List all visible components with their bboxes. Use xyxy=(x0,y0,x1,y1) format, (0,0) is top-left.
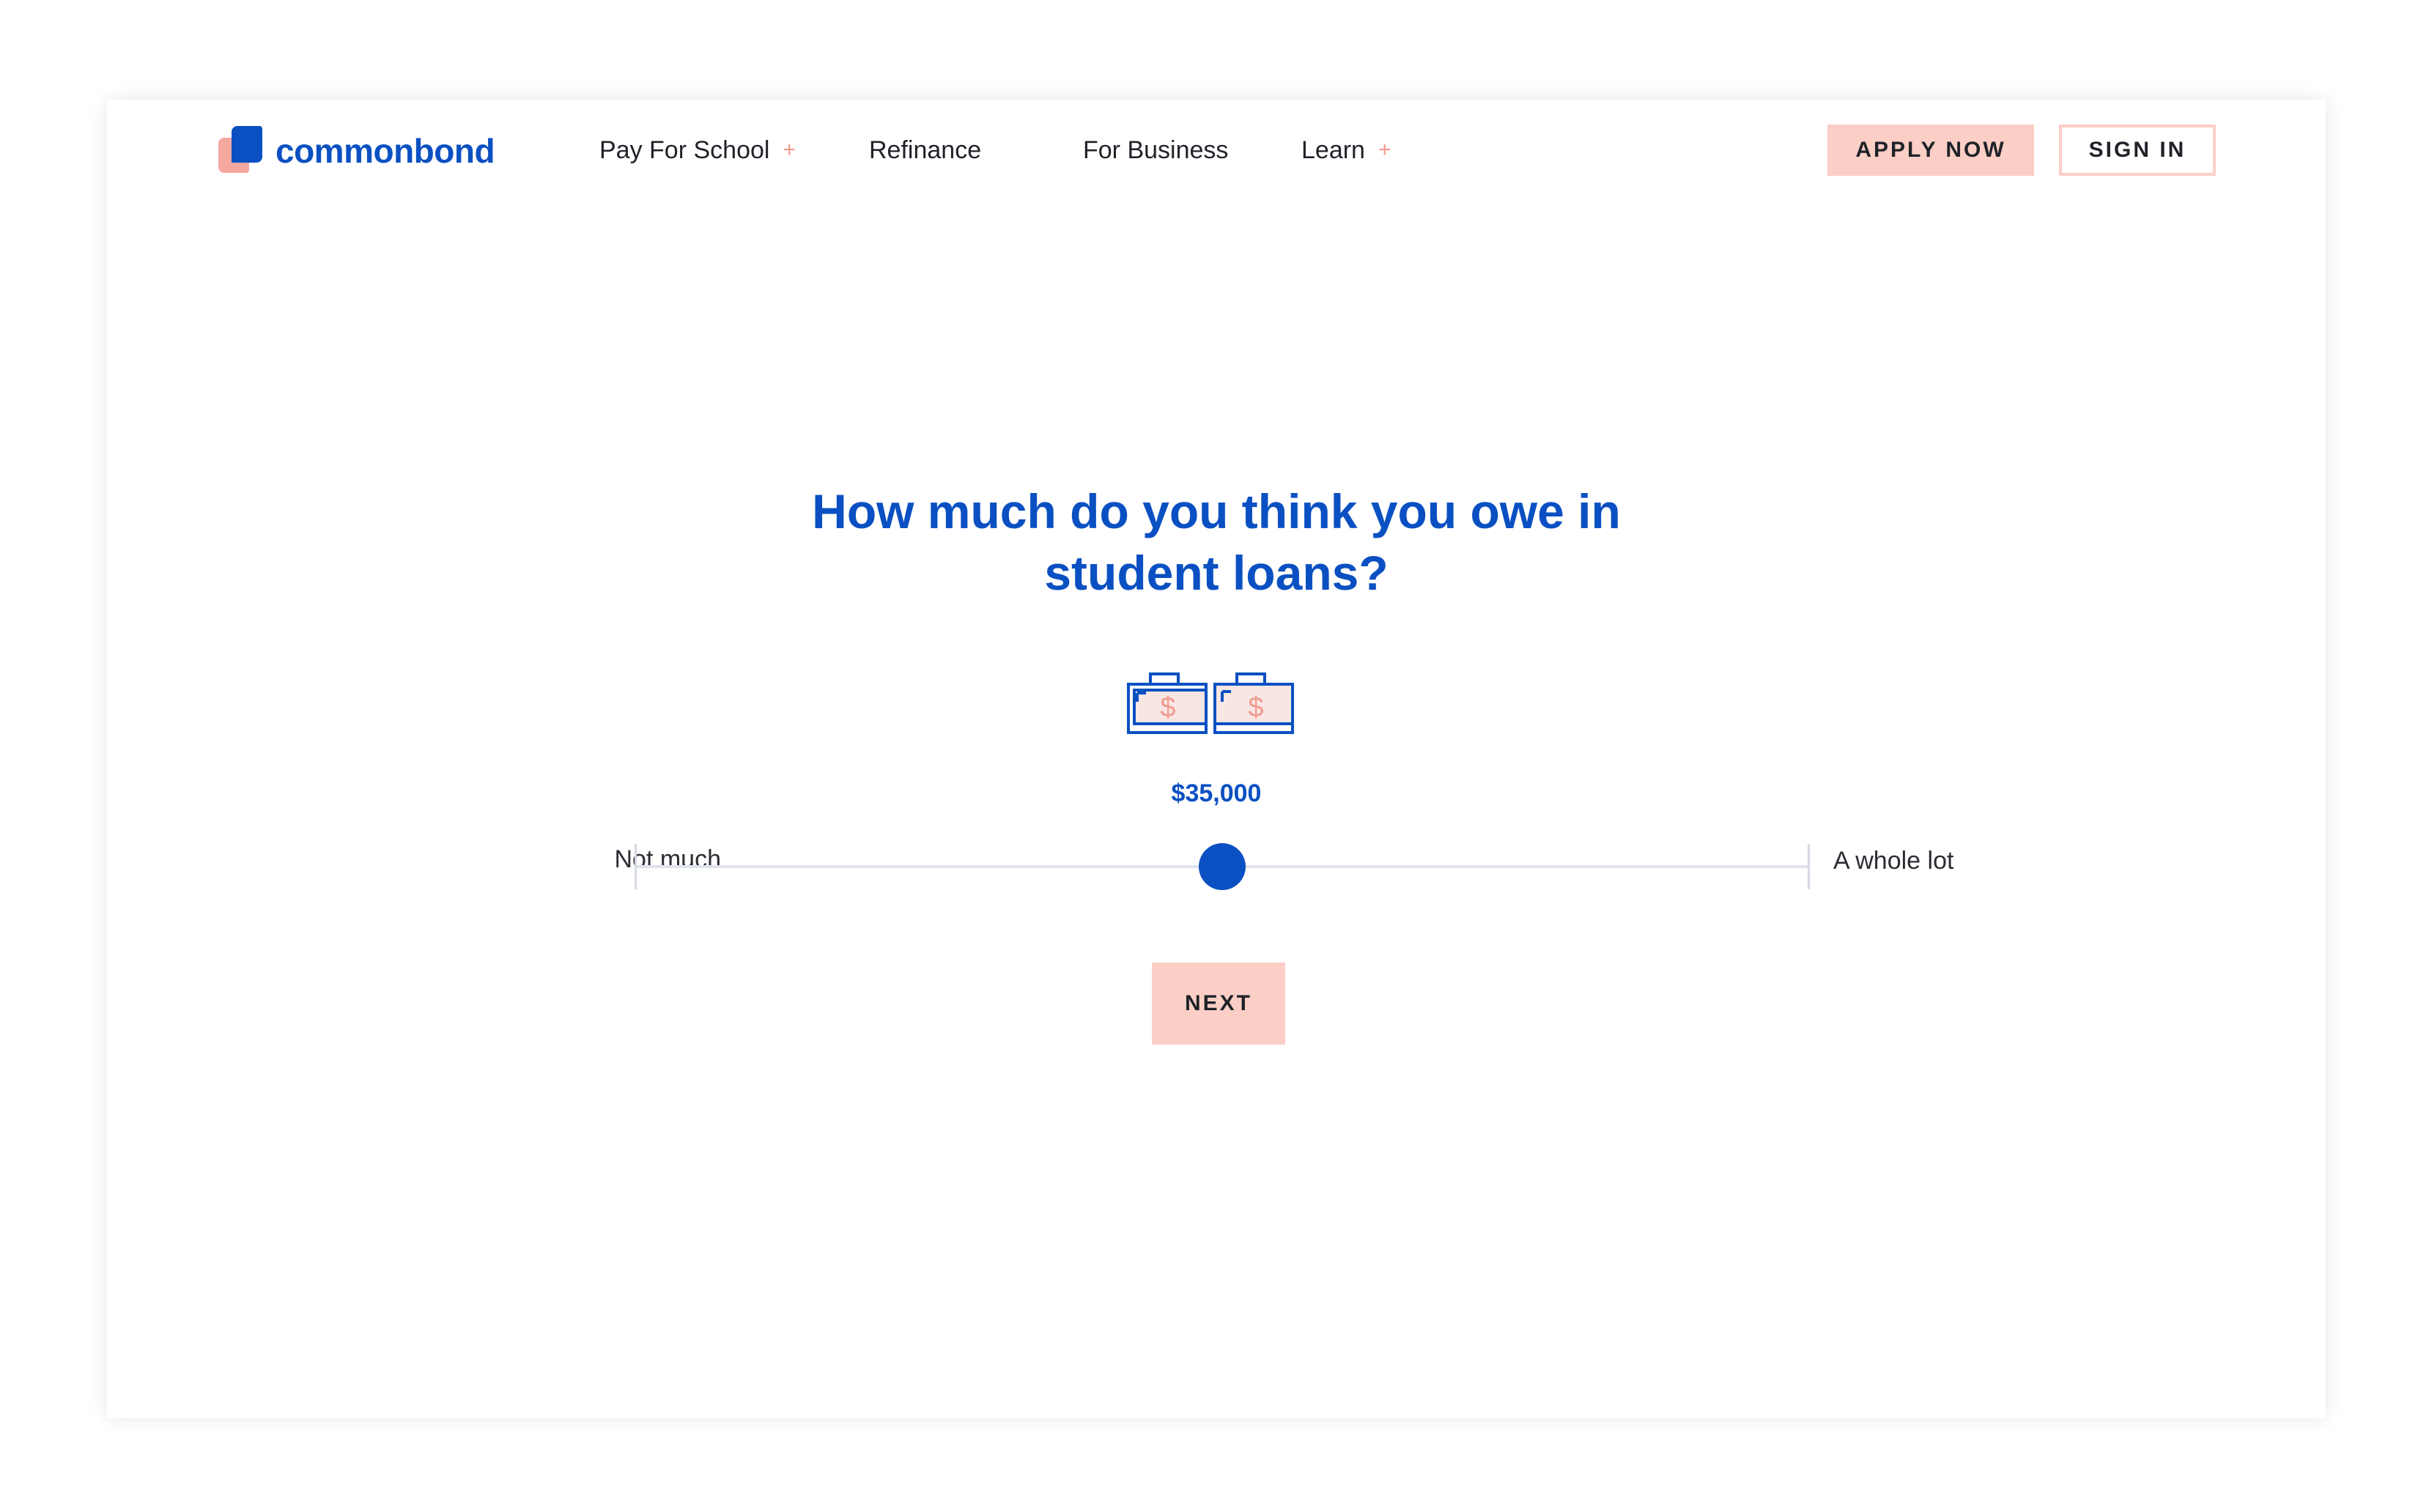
logo-text: commonbond xyxy=(276,132,495,170)
svg-text:$: $ xyxy=(1160,692,1175,723)
nav-item-learn[interactable]: Learn + xyxy=(1301,136,1391,165)
plus-icon: + xyxy=(1378,138,1391,162)
nav-item-refinance[interactable]: Refinance xyxy=(869,136,981,165)
loan-amount-value: $35,000 xyxy=(1171,779,1262,807)
commonbond-logo[interactable]: commonbond xyxy=(218,126,495,176)
nav-item-label: Refinance xyxy=(869,136,982,164)
briefcase-dollar-icon: $ $ xyxy=(1127,672,1294,734)
nav-item-label: Learn xyxy=(1301,136,1365,164)
sign-in-button[interactable]: SIGN IN xyxy=(2059,125,2216,176)
nav-item-pay-for-school[interactable]: Pay For School + xyxy=(599,136,796,165)
apply-now-button[interactable]: APPLY NOW xyxy=(1827,125,2034,176)
nav-item-for-business[interactable]: For Business xyxy=(1083,136,1228,165)
question-heading: How much do you think you owe in student… xyxy=(107,481,2326,604)
question-line-1: How much do you think you owe in xyxy=(812,484,1621,538)
logo-mark-icon xyxy=(218,126,265,176)
slider-max-label: A whole lot xyxy=(1833,847,1954,875)
svg-text:$: $ xyxy=(1248,692,1263,723)
slider-start-tick xyxy=(635,844,637,889)
slider-handle[interactable] xyxy=(1199,843,1246,890)
plus-icon: + xyxy=(783,138,796,162)
nav-item-label: For Business xyxy=(1083,136,1229,164)
next-button[interactable]: NEXT xyxy=(1152,963,1285,1045)
loan-amount-slider[interactable] xyxy=(635,843,1810,890)
question-line-2: student loans? xyxy=(1044,546,1389,600)
slider-end-tick xyxy=(1808,844,1810,889)
page-frame: commonbond Pay For School + Refinance Fo… xyxy=(107,100,2326,1418)
loan-amount-illustration: $ $ xyxy=(1127,672,1303,746)
nav-item-label: Pay For School xyxy=(599,136,770,164)
